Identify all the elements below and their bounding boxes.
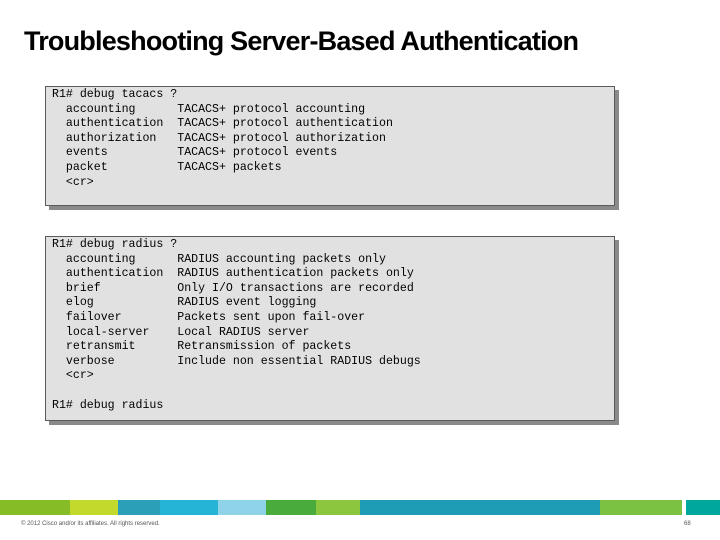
page-number: 68 <box>684 521 691 527</box>
footer-bar-segment <box>266 500 316 515</box>
footer-bar-segment <box>686 500 720 515</box>
copyright-footer: © 2012 Cisco and/or its affiliates. All … <box>21 521 160 527</box>
footer-bar-segment <box>218 500 266 515</box>
footer-bar-segment <box>360 500 600 515</box>
radius-debug-output: R1# debug radius ? accounting RADIUS acc… <box>52 238 421 412</box>
footer-bar-segment <box>316 500 360 515</box>
footer-bar-segment <box>0 500 70 515</box>
footer-bar-segment <box>118 500 160 515</box>
footer-bar-segment <box>70 500 118 515</box>
footer-bar-segment <box>600 500 682 515</box>
tacacs-debug-output-box: R1# debug tacacs ? accounting TACACS+ pr… <box>45 86 615 206</box>
footer-bar-segment <box>160 500 218 515</box>
radius-debug-output-box: R1# debug radius ? accounting RADIUS acc… <box>45 236 615 421</box>
tacacs-debug-output: R1# debug tacacs ? accounting TACACS+ pr… <box>52 88 393 189</box>
slide-title: Troubleshooting Server-Based Authenticat… <box>24 26 579 56</box>
